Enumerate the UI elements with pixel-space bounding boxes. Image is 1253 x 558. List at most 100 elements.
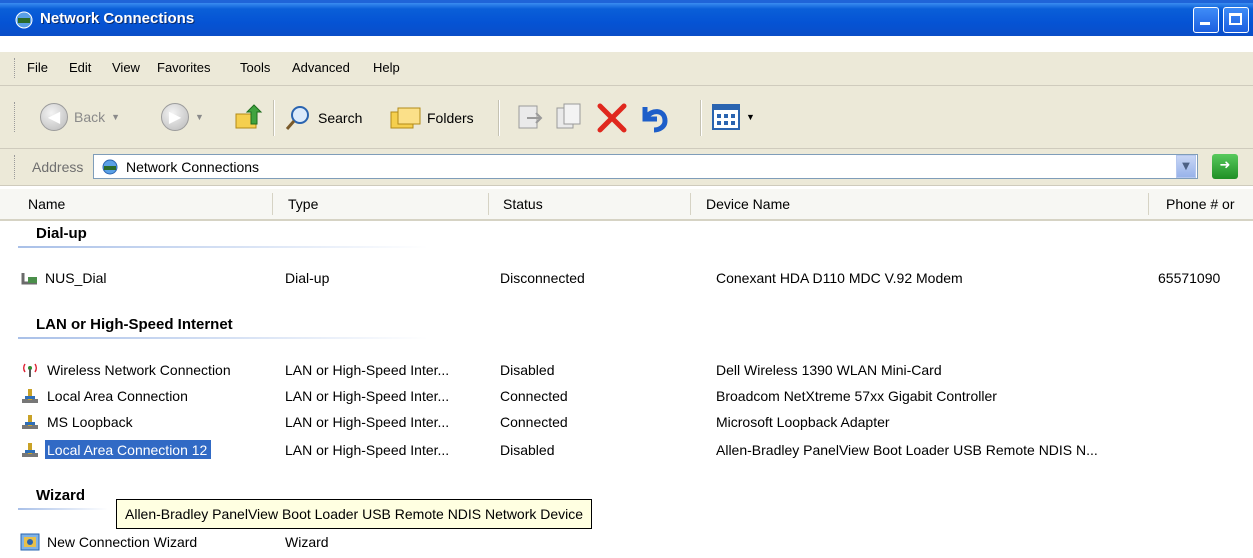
toolbar-separator: [273, 100, 275, 136]
group-divider: [18, 337, 428, 339]
toolbar-grip: [14, 102, 18, 132]
item-type: LAN or High-Speed Inter...: [285, 388, 450, 404]
group-divider: [18, 508, 108, 510]
copy-to-icon[interactable]: [555, 102, 585, 132]
move-to-icon[interactable]: [515, 102, 545, 132]
column-type[interactable]: Type: [288, 196, 318, 212]
minimize-button[interactable]: [1193, 7, 1219, 33]
item-type: LAN or High-Speed Inter...: [285, 442, 450, 458]
item-device: Microsoft Loopback Adapter: [716, 414, 890, 430]
up-folder-icon: [235, 104, 263, 129]
item-name: Wireless Network Connection: [47, 362, 231, 378]
item-type: Dial-up: [285, 270, 330, 286]
item-status: Connected: [500, 414, 568, 430]
forward-arrow-icon: ▶: [161, 103, 189, 131]
item-status: Disabled: [500, 362, 555, 378]
delete-icon[interactable]: [595, 101, 629, 135]
window-title: Network Connections: [40, 10, 195, 27]
address-dropdown-icon[interactable]: ▼: [1176, 155, 1196, 178]
toolbar: ◀ Back ▼ ▶ ▼ Search Folders ▼: [0, 86, 1253, 149]
views-icon: [712, 104, 740, 130]
item-name: MS Loopback: [47, 414, 133, 430]
back-button[interactable]: ◀ Back ▼: [40, 103, 120, 131]
toolbar-separator: [498, 100, 500, 136]
item-name: Local Area Connection: [47, 388, 188, 404]
menu-edit[interactable]: Edit: [69, 60, 91, 75]
folders-icon: [390, 107, 421, 129]
address-input[interactable]: Network Connections: [93, 154, 1198, 179]
column-divider[interactable]: [1148, 193, 1149, 215]
network-connections-icon: [15, 11, 33, 29]
item-type: Wizard: [285, 534, 329, 550]
menu-file[interactable]: File: [27, 60, 48, 75]
up-folder-button[interactable]: [233, 102, 263, 132]
folders-label: Folders: [427, 110, 474, 126]
address-value: Network Connections: [126, 159, 260, 175]
list-item[interactable]: New Connection Wizard Wizard: [0, 532, 1253, 554]
list-item[interactable]: MS Loopback LAN or High-Speed Inter... C…: [0, 412, 1253, 434]
column-status[interactable]: Status: [503, 196, 543, 212]
item-name: NUS_Dial: [45, 270, 107, 286]
column-device-name[interactable]: Device Name: [706, 196, 790, 212]
search-label: Search: [318, 110, 363, 126]
dialup-icon: [21, 273, 37, 285]
views-button[interactable]: ▼: [712, 104, 755, 130]
search-icon: [285, 106, 309, 130]
maximize-button[interactable]: [1223, 7, 1249, 33]
list-item[interactable]: Wireless Network Connection LAN or High-…: [0, 360, 1253, 382]
list-item-selected[interactable]: Local Area Connection 12 LAN or High-Spe…: [0, 440, 1253, 462]
tooltip: Allen-Bradley PanelView Boot Loader USB …: [116, 499, 593, 529]
item-name: New Connection Wizard: [47, 534, 198, 550]
column-name[interactable]: Name: [28, 196, 65, 212]
folders-button[interactable]: Folders: [389, 104, 474, 132]
menu-view[interactable]: View: [112, 60, 140, 75]
wizard-icon: [20, 533, 40, 551]
menu-tools[interactable]: Tools: [240, 60, 270, 75]
undo-icon[interactable]: [637, 101, 671, 135]
address-label: Address: [32, 159, 84, 175]
item-device: Dell Wireless 1390 WLAN Mini-Card: [716, 362, 942, 378]
column-header: Name Type Status Device Name Phone # or: [0, 189, 1253, 221]
list-item[interactable]: NUS_Dial Dial-up Disconnected Conexant H…: [0, 268, 1253, 290]
group-header-dialup: Dial-up: [36, 225, 87, 242]
menu-favorites[interactable]: Favorites: [157, 60, 210, 75]
back-arrow-icon: ◀: [40, 103, 68, 131]
back-label: Back: [74, 109, 106, 125]
menu-help[interactable]: Help: [373, 60, 400, 75]
forward-dropdown-icon[interactable]: ▼: [195, 112, 204, 122]
menu-grip: [14, 58, 18, 78]
item-device: Broadcom NetXtreme 57xx Gigabit Controll…: [716, 388, 997, 404]
lan-icon: [22, 443, 38, 457]
list-item[interactable]: Local Area Connection LAN or High-Speed …: [0, 386, 1253, 408]
lan-icon: [22, 389, 38, 403]
item-name[interactable]: Local Area Connection 12: [45, 440, 212, 459]
forward-button[interactable]: ▶ ▼: [161, 103, 204, 131]
column-divider[interactable]: [272, 193, 273, 215]
group-divider: [18, 246, 428, 248]
item-status: Disabled: [500, 442, 555, 458]
search-button[interactable]: Search: [284, 104, 362, 132]
item-phone: 65571090: [1158, 270, 1221, 286]
wireless-icon: [23, 363, 37, 377]
group-header-wizard: Wizard: [36, 487, 86, 504]
back-dropdown-icon[interactable]: ▼: [111, 112, 120, 122]
column-phone[interactable]: Phone # or: [1166, 196, 1235, 212]
address-grip: [14, 155, 18, 179]
item-type: LAN or High-Speed Inter...: [285, 362, 450, 378]
menu-advanced[interactable]: Advanced: [292, 60, 350, 75]
views-dropdown-icon[interactable]: ▼: [746, 112, 755, 122]
group-header-lan: LAN or High-Speed Internet: [36, 316, 233, 333]
item-status: Connected: [500, 388, 568, 404]
item-device: Conexant HDA D110 MDC V.92 Modem: [716, 270, 963, 286]
item-device: Allen-Bradley PanelView Boot Loader USB …: [716, 442, 1098, 458]
lan-icon: [22, 415, 38, 429]
menu-bar: File Edit View Favorites Tools Advanced …: [0, 52, 1253, 86]
item-status: Disconnected: [500, 270, 585, 286]
column-divider[interactable]: [690, 193, 691, 215]
network-connections-icon: [102, 159, 118, 175]
address-bar: Address Network Connections ▼ ➜: [0, 149, 1253, 186]
title-bar[interactable]: Network Connections: [0, 0, 1253, 36]
column-divider[interactable]: [488, 193, 489, 215]
go-button[interactable]: ➜: [1212, 154, 1238, 179]
item-type: LAN or High-Speed Inter...: [285, 414, 450, 430]
